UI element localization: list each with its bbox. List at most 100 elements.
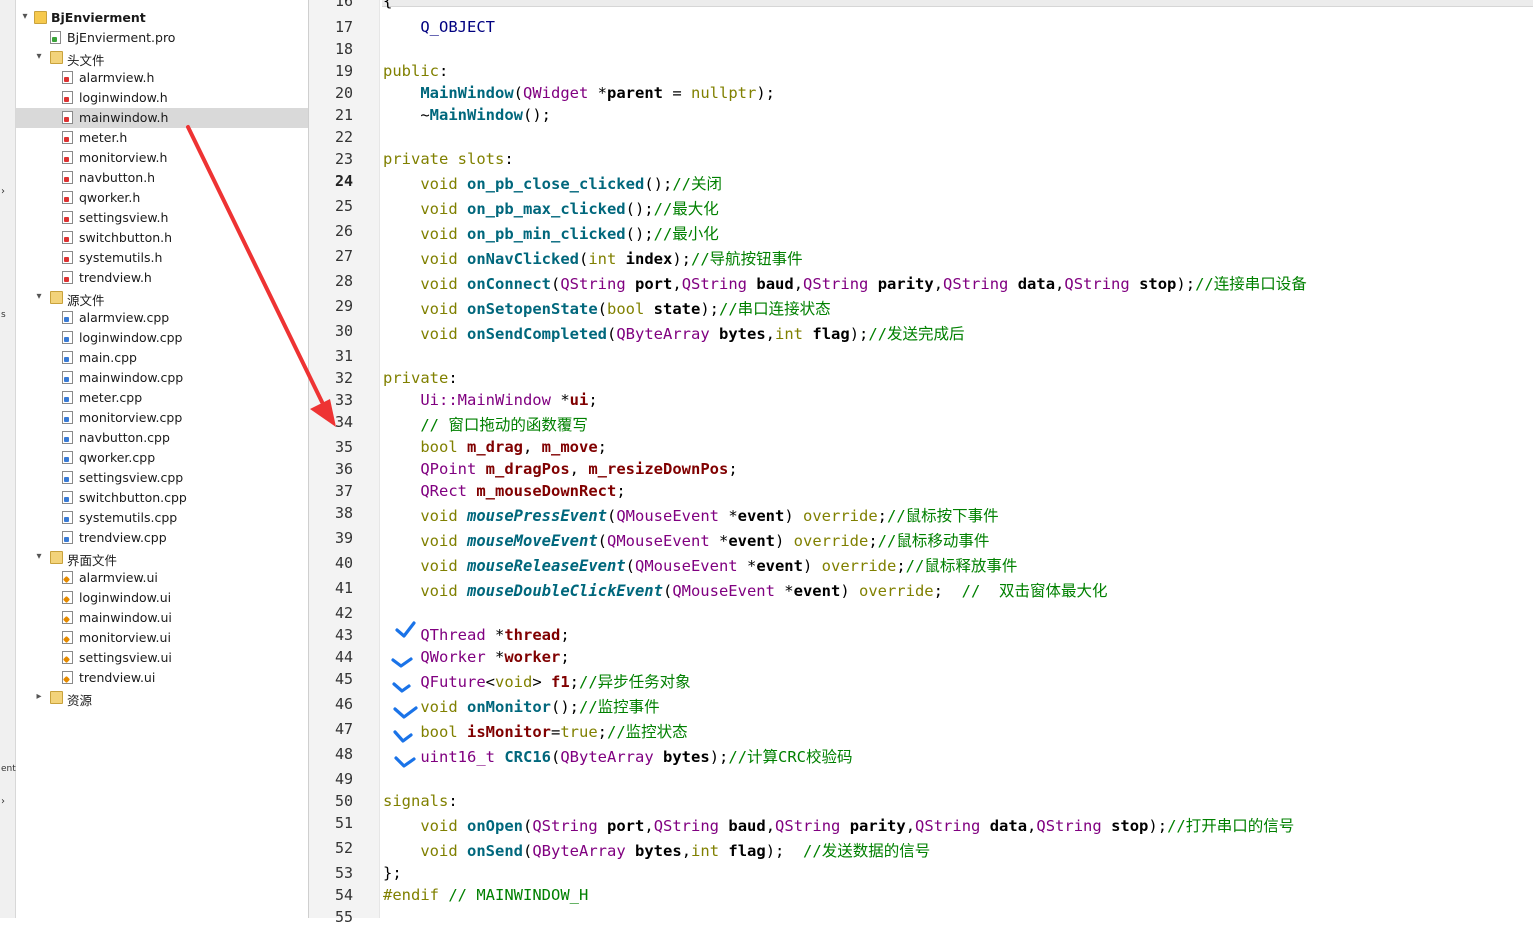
line-number: 19 [334,62,353,80]
tree-item-[interactable]: ▾ 界面文件 [16,548,308,568]
tree-item-qworker-h[interactable]: qworker.h [16,188,308,208]
tree-item-[interactable]: ▾ 源文件 [16,288,308,308]
code-line[interactable]: uint16_t CRC16(QByteArray bytes);//计算CRC… [383,745,852,767]
tree-item-mainwindow-cpp[interactable]: mainwindow.cpp [16,368,308,388]
code-token: //异步任务对象 [579,673,691,691]
tree-item-switchbutton-h[interactable]: switchbutton.h [16,228,308,248]
tree-item-meter-h[interactable]: meter.h [16,128,308,148]
code-line[interactable]: QThread *thread; [383,626,569,644]
code-token: m_drag [467,438,523,456]
tree-item-loginwindow-ui[interactable]: loginwindow.ui [16,588,308,608]
code-line[interactable]: Ui::MainWindow *ui; [383,391,597,409]
code-token: data [989,817,1028,835]
tree-item-label: navbutton.cpp [79,430,170,445]
tree-item-mainwindow-h[interactable]: mainwindow.h [16,108,308,128]
tree-item-trendview-ui[interactable]: trendview.ui [16,668,308,688]
tree-item-settingsview-h[interactable]: settingsview.h [16,208,308,228]
cpp-file-icon [62,471,73,484]
tree-item-switchbutton-cpp[interactable]: switchbutton.cpp [16,488,308,508]
code-line[interactable]: }; [383,864,402,882]
code-token: ( [662,582,673,600]
code-line[interactable]: Q_OBJECT [383,18,495,36]
code-line[interactable]: void on_pb_max_clicked();//最大化 [383,197,718,219]
code-line[interactable]: signals: [383,792,458,810]
tree-item-mainwindow-ui[interactable]: mainwindow.ui [16,608,308,628]
tree-item-loginwindow-h[interactable]: loginwindow.h [16,88,308,108]
code-line[interactable]: void mouseReleaseEvent(QMouseEvent *even… [383,554,1017,576]
code-line[interactable]: void mouseMoveEvent(QMouseEvent *event) … [383,529,989,551]
tree-item-qworker-cpp[interactable]: qworker.cpp [16,448,308,468]
code-token: ( [578,250,589,268]
code-line[interactable]: void mouseDoubleClickEvent(QMouseEvent *… [383,579,1107,601]
code-line[interactable]: // 窗口拖动的函数覆写 [383,413,588,435]
code-line[interactable]: void onOpen(QString port,QString baud,QS… [383,814,1294,836]
code-editor[interactable]: { Q_OBJECT public: MainWindow(QWidget *pa… [383,0,1533,918]
code-line[interactable]: void on_pb_min_clicked();//最小化 [383,222,718,244]
chevron-down-icon[interactable]: ▾ [34,52,44,62]
tree-item-alarmview-ui[interactable]: alarmview.ui [16,568,308,588]
code-line[interactable]: void onSendCompleted(QByteArray bytes,in… [383,322,964,344]
tree-item-monitorview-cpp[interactable]: monitorview.cpp [16,408,308,428]
code-token: void [420,582,458,600]
code-token: //鼠标移动事件 [877,532,990,550]
tree-item-alarmview-cpp[interactable]: alarmview.cpp [16,308,308,328]
code-line[interactable]: QPoint m_dragPos, m_resizeDownPos; [383,460,737,478]
code-line[interactable]: void on_pb_close_clicked();//关闭 [383,172,722,194]
tree-item-monitorview-h[interactable]: monitorview.h [16,148,308,168]
tree-item-settingsview-ui[interactable]: settingsview.ui [16,648,308,668]
code-line[interactable]: void onSetopenState(bool state);//串口连接状态 [383,297,830,319]
tree-item-systemutils-cpp[interactable]: systemutils.cpp [16,508,308,528]
tree-item-navbutton-h[interactable]: navbutton.h [16,168,308,188]
code-line[interactable]: bool isMonitor=true;//监控状态 [383,720,687,742]
code-line[interactable]: void onNavClicked(int index);//导航按钮事件 [383,247,802,269]
chevron-down-icon[interactable]: ▾ [20,12,30,22]
tree-item-navbutton-cpp[interactable]: navbutton.cpp [16,428,308,448]
chevron-right-icon[interactable]: ▸ [34,692,44,702]
tree-item-monitorview-ui[interactable]: monitorview.ui [16,628,308,648]
line-number: 29 [334,297,353,315]
code-line[interactable]: #endif // MAINWINDOW_H [383,886,588,904]
code-line[interactable]: void onMonitor();//监控事件 [383,695,659,717]
code-line[interactable]: public: [383,62,448,80]
code-token: , [1055,275,1065,293]
tree-item-bjenvierment-pro[interactable]: BjEnvierment.pro [16,28,308,48]
code-line[interactable]: bool m_drag, m_move; [383,438,607,456]
code-line[interactable]: void onConnect(QString port,QString baud… [383,272,1306,294]
chevron-down-icon[interactable]: ▾ [34,292,44,302]
code-line[interactable]: MainWindow(QWidget *parent = nullptr); [383,84,775,102]
tree-item-loginwindow-cpp[interactable]: loginwindow.cpp [16,328,308,348]
line-number: 22 [334,128,353,146]
tree-item-[interactable]: ▾ 头文件 [16,48,308,68]
tree-item-meter-cpp[interactable]: meter.cpp [16,388,308,408]
tree-item-alarmview-h[interactable]: alarmview.h [16,68,308,88]
code-line[interactable]: private: [383,369,458,387]
code-line[interactable]: ~MainWindow(); [383,106,551,124]
tree-item-trendview-h[interactable]: trendview.h [16,268,308,288]
code-line[interactable]: QRect m_mouseDownRect; [383,482,625,500]
collapse-arrow-icon[interactable]: › [1,796,5,807]
code-line[interactable]: void onSend(QByteArray bytes,int flag); … [383,839,930,861]
code-token: void [420,532,458,550]
code-token: parent [607,84,663,102]
tree-item-systemutils-h[interactable]: systemutils.h [16,248,308,268]
code-line[interactable]: void mousePressEvent(QMouseEvent *event)… [383,504,998,526]
tree-item-main-cpp[interactable]: main.cpp [16,348,308,368]
collapse-arrow-icon[interactable]: › [1,186,5,197]
tree-item-trendview-cpp[interactable]: trendview.cpp [16,528,308,548]
tree-item-bjenvierment[interactable]: ▾ BjEnvierment [16,8,308,28]
h-file-icon [62,131,73,144]
code-line[interactable]: { [383,0,392,10]
code-line[interactable]: private slots: [383,150,514,168]
chevron-down-icon[interactable]: ▾ [34,552,44,562]
code-token: * [588,84,607,102]
code-line[interactable]: QWorker *worker; [383,648,569,666]
code-token: QMouseEvent [672,582,775,600]
tree-item-[interactable]: ▸ 资源 [16,688,308,708]
tree-item-settingsview-cpp[interactable]: settingsview.cpp [16,468,308,488]
code-line[interactable]: QFuture<void> f1;//异步任务对象 [383,670,691,692]
